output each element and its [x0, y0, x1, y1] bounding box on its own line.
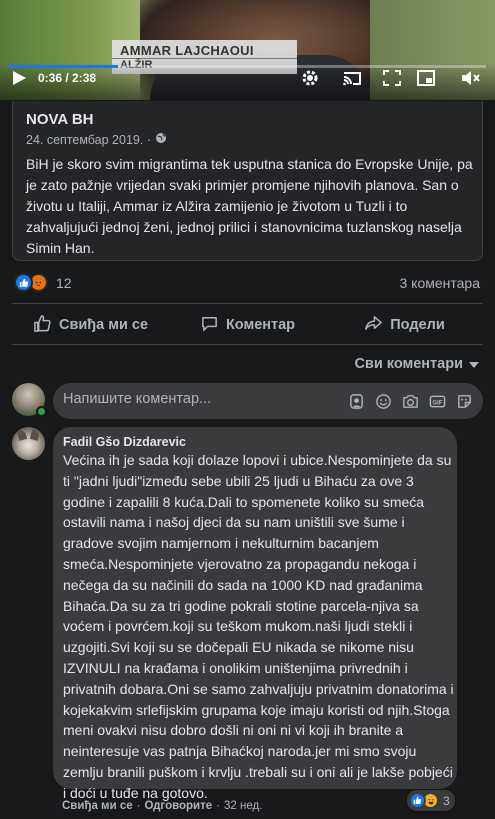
post-actions: Свиђа ми се Коментар Подели — [12, 306, 483, 344]
comment-like-link[interactable]: Свиђа ми се — [62, 800, 133, 812]
globe-icon — [155, 132, 167, 147]
comment-text: Većina ih je sada koji dolaze lopovi i u… — [63, 452, 454, 801]
meta-separator: · — [136, 800, 141, 812]
svg-text:GIF: GIF — [432, 399, 442, 406]
like-button[interactable]: Свиђа ми се — [12, 306, 169, 344]
comment-reaction-count: 3 — [443, 793, 450, 808]
comment-reply-link[interactable]: Одговорите — [144, 800, 212, 812]
link-preview-card[interactable]: NOVA BH 24. септембар 2019. · BiH je sko… — [12, 101, 483, 261]
video-player[interactable]: AMMAR LAJCHAOUI ALŽIR 0:36 / 2:38 — [0, 0, 495, 100]
post-date[interactable]: 24. септембар 2019. · — [26, 133, 151, 147]
video-time: 0:36 / 2:38 — [38, 71, 97, 85]
share-icon — [364, 314, 383, 337]
like-reaction-icon — [14, 273, 33, 292]
online-status-dot — [36, 406, 47, 417]
caret-down-icon — [469, 356, 479, 372]
divider — [12, 303, 483, 304]
like-reaction-icon — [409, 792, 426, 809]
comment-reactions[interactable]: 3 — [407, 790, 455, 811]
gear-icon[interactable] — [299, 68, 321, 88]
emoji-icon[interactable] — [374, 392, 392, 410]
post-date-row: 24. септембар 2019. · — [26, 132, 167, 147]
divider — [12, 344, 483, 345]
comment-sort-dropdown[interactable]: Сви коментари — [354, 356, 479, 372]
share-label: Подели — [390, 317, 445, 333]
comment-bubble: Fadil Gšo Dizdarevic Većina ih je sada k… — [53, 427, 457, 801]
comments-count[interactable]: 3 коментара — [400, 275, 481, 291]
comment-age[interactable]: 32 нед. — [224, 800, 262, 812]
mute-icon[interactable] — [460, 68, 482, 88]
like-label: Свиђа ми се — [58, 317, 149, 333]
comment-sort-label: Сви коментари — [354, 356, 463, 372]
share-button[interactable]: Подели — [326, 306, 483, 344]
post-text: BiH je skoro svim migrantima tek usputna… — [26, 156, 473, 256]
post-reactions[interactable]: 12 — [14, 273, 72, 292]
avatar-sticker-icon[interactable] — [347, 392, 365, 410]
camera-icon[interactable] — [401, 392, 419, 410]
comment-input[interactable] — [63, 391, 333, 407]
play-icon[interactable] — [8, 68, 30, 88]
comment-composer[interactable]: GIF — [53, 383, 483, 419]
fullscreen-icon[interactable] — [381, 68, 403, 88]
cast-icon[interactable] — [341, 68, 363, 88]
gif-icon[interactable]: GIF — [428, 392, 446, 410]
comment-meta: Свиђа ми се · Одговорите · 32 нед. — [62, 800, 262, 812]
lower-third-name: AMMAR LAJCHAOUI — [120, 43, 254, 58]
comment-button[interactable]: Коментар — [169, 306, 326, 344]
thumbs-up-icon — [33, 314, 52, 337]
sticker-icon[interactable] — [455, 392, 473, 410]
miniplayer-icon[interactable] — [415, 68, 437, 88]
reaction-count: 12 — [56, 274, 72, 291]
meta-separator: · — [216, 800, 220, 812]
comment-icon — [200, 314, 219, 337]
comment-author[interactable]: Fadil Gšo Dizdarevic — [63, 435, 186, 449]
commenter-avatar[interactable] — [12, 427, 45, 460]
post-source[interactable]: NOVA BH — [26, 111, 94, 128]
composer-icons: GIF — [347, 392, 473, 410]
comment-label: Коментар — [225, 317, 296, 333]
